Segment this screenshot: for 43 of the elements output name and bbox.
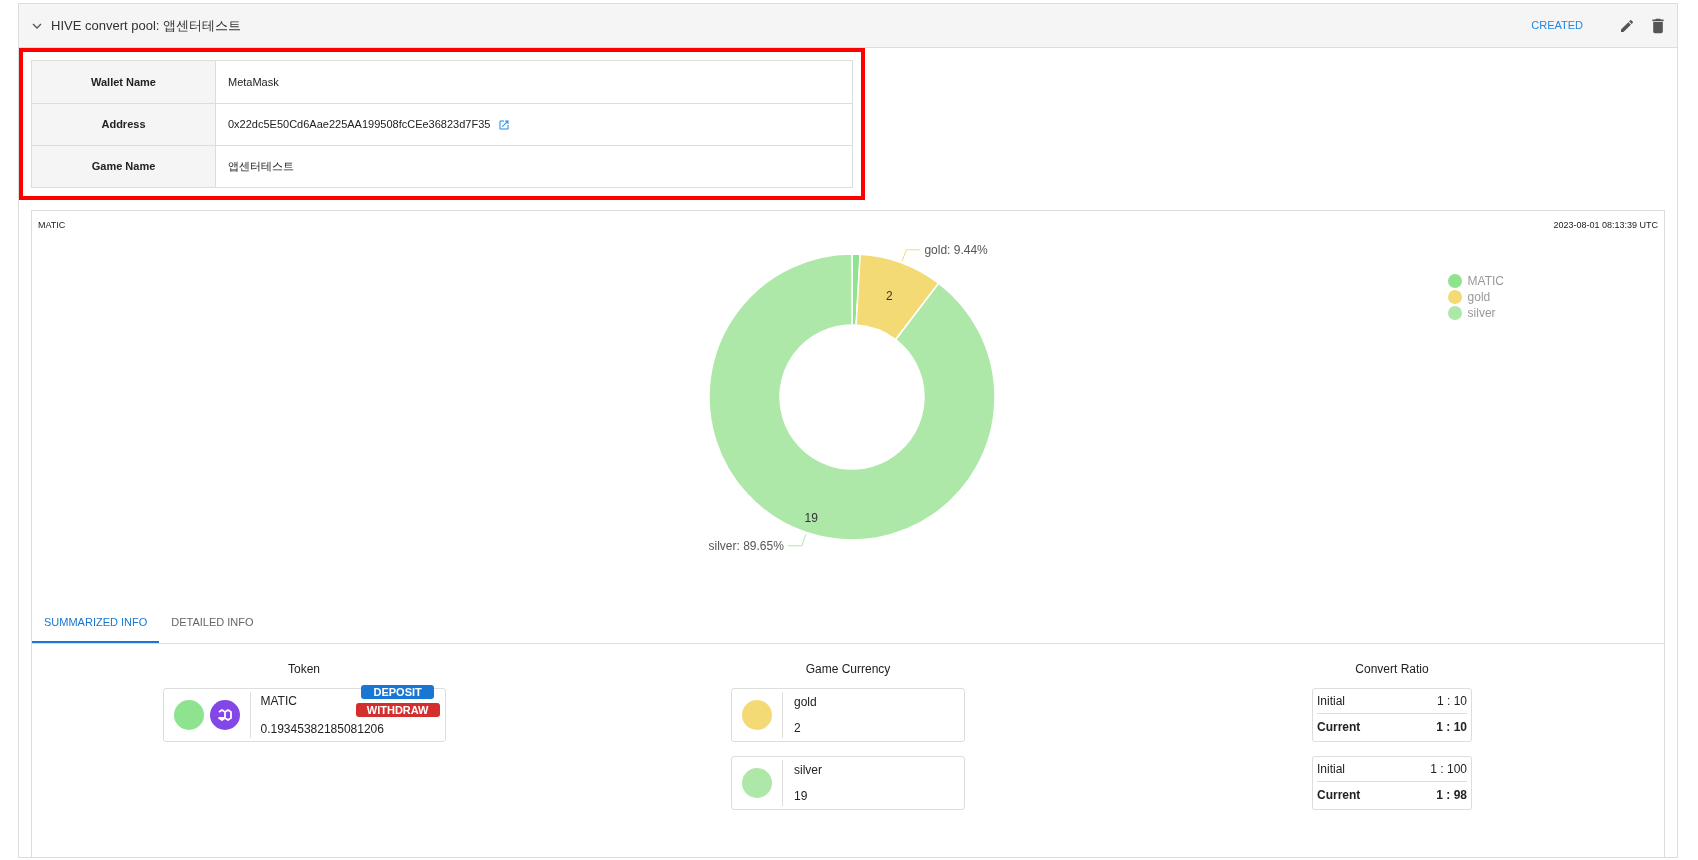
panel-header[interactable]: HIVE convert pool: 앱센터테스트 CREATED — [19, 4, 1677, 48]
row-label: Game Name — [32, 146, 216, 187]
ratio-label: Current — [1317, 718, 1361, 736]
slice-annotation: silver: 89.65% — [708, 538, 784, 553]
row-value: MetaMask — [228, 74, 279, 90]
chart-title: MATIC — [38, 219, 66, 232]
currency-name: gold — [794, 693, 817, 711]
row-value: 앱센터테스트 — [228, 159, 294, 175]
pencil-icon[interactable] — [1619, 17, 1635, 34]
token-amount: 0.19345382185081206 — [260, 720, 384, 738]
currency-amount: 19 — [794, 787, 809, 805]
ratio-value: 1 : 10 — [1436, 718, 1467, 736]
ratio-value: 1 : 10 — [1436, 692, 1467, 710]
panel-title: HIVE convert pool: 앱센터테스트 — [51, 16, 241, 35]
leader-line — [787, 533, 807, 546]
withdraw-button[interactable]: WITHDRAW — [355, 702, 440, 717]
legend-label[interactable]: silver — [1467, 303, 1496, 322]
chart-timestamp: 2023-08-01 08:13:39 UTC — [1553, 219, 1658, 232]
ratio-label: Initial — [1317, 760, 1345, 778]
ratio-label: Initial — [1317, 692, 1345, 710]
currency-amount: 2 — [794, 719, 802, 737]
trash-icon[interactable] — [1651, 17, 1665, 34]
leader-line — [901, 248, 921, 261]
row-label: Wallet Name — [32, 61, 216, 103]
slice-value: 19 — [804, 510, 818, 525]
tab[interactable]: DETAILED INFO — [159, 604, 266, 643]
slice-annotation: gold: 9.44% — [924, 242, 988, 257]
legend-label[interactable]: MATIC — [1467, 271, 1504, 290]
external-link-icon[interactable] — [498, 118, 511, 131]
currency-name: silver — [794, 761, 822, 779]
deposit-button[interactable]: DEPOSIT — [361, 684, 434, 699]
legend-label[interactable]: gold — [1467, 287, 1491, 306]
ratio-value: 1 : 98 — [1436, 786, 1467, 804]
tab[interactable]: SUMMARIZED INFO — [32, 604, 160, 643]
slice-value: 2 — [885, 288, 893, 303]
row-value: 0x22dc5E50Cd6Aae225AA199508fcCEe36823d7F35 — [228, 117, 491, 133]
column-heading: Convert Ratio — [1355, 660, 1429, 678]
ratio-value: 1 : 100 — [1430, 760, 1467, 778]
ratio-label: Current — [1317, 786, 1361, 804]
row-label: Address — [32, 104, 216, 145]
column-heading: Token — [288, 660, 320, 678]
status-label: CREATED — [1531, 18, 1583, 34]
column-heading: Game Currency — [805, 660, 891, 678]
